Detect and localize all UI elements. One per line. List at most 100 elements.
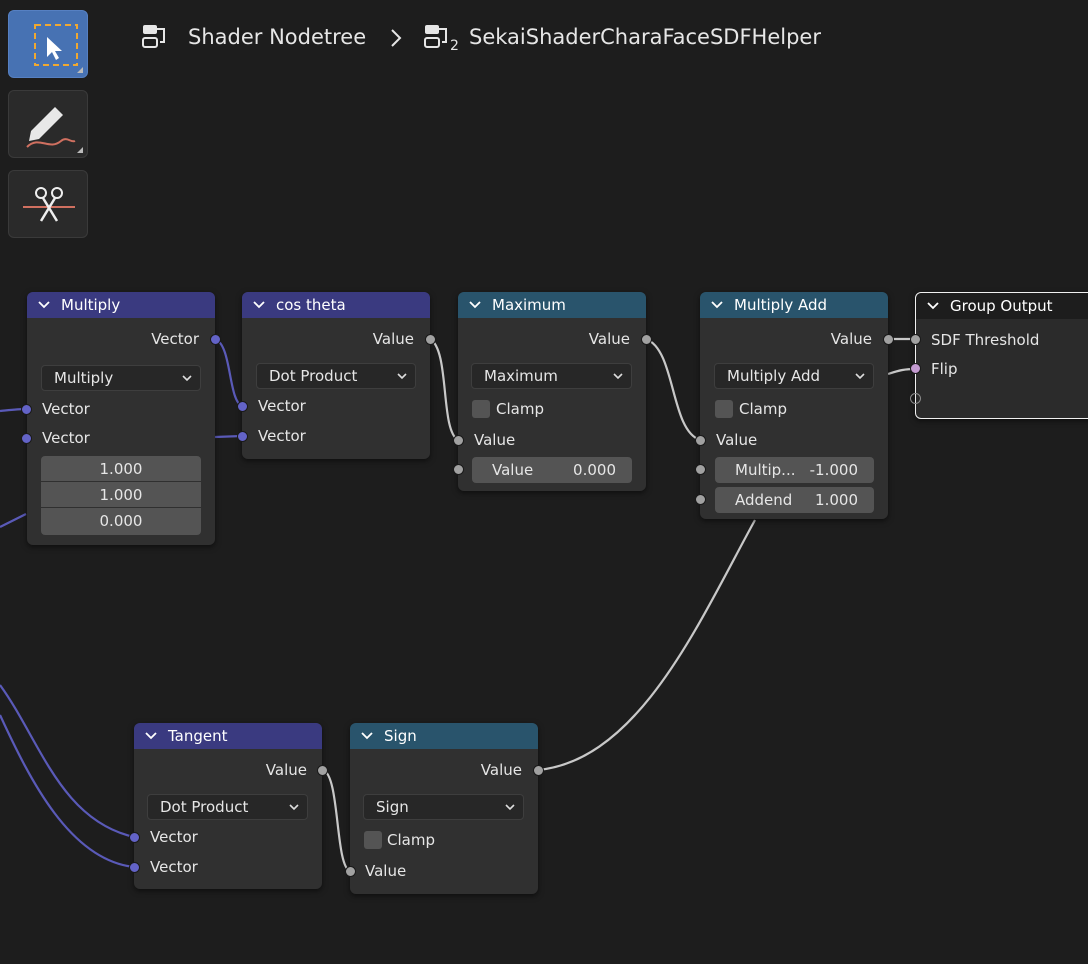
collapse-chevron-icon[interactable] [926,293,940,319]
input-socket[interactable] [237,401,248,412]
collapse-chevron-icon[interactable] [252,292,266,318]
node-header[interactable]: Sign [350,723,538,749]
output-label: Value [830,330,872,348]
breadcrumb-item-nodetree[interactable]: Shader Nodetree [188,25,366,49]
operation-dropdown[interactable]: Dot Product [256,363,416,389]
input-socket[interactable] [345,866,356,877]
output-socket[interactable] [641,334,652,345]
collapse-chevron-icon[interactable] [37,292,51,318]
operation-value: Dot Product [269,367,358,385]
input-socket[interactable] [695,494,706,505]
input-socket[interactable] [695,464,706,475]
operation-dropdown[interactable]: Sign [363,794,524,820]
vector-values[interactable]: 1.000 1.000 0.000 [41,456,201,535]
vector-x-field[interactable]: 1.000 [41,456,201,482]
node-header[interactable]: Multiply [27,292,215,318]
input-label: Flip [931,360,958,378]
select-box-tool[interactable] [8,10,88,78]
output-socket[interactable] [533,765,544,776]
input-label: Vector [258,427,306,445]
chevron-down-icon [505,804,515,811]
links-cut-tool[interactable] [8,170,88,238]
clamp-label: Clamp [496,400,544,418]
input-socket-empty[interactable] [910,393,921,404]
node-title: Group Output [950,297,1053,315]
link-sign-to-multiplyadd [537,519,756,772]
operation-dropdown[interactable]: Multiply [41,365,201,391]
node-tree-icon [142,25,165,48]
output-label: Value [480,761,522,779]
collapse-chevron-icon[interactable] [710,292,724,318]
node-tangent[interactable]: Tangent Value Dot Product Vector Vector [134,723,322,889]
chevron-right-icon [391,29,402,47]
output-label: Value [372,330,414,348]
input-label: SDF Threshold [931,331,1040,349]
node-group-output[interactable]: Group Output SDF Threshold Flip [915,292,1088,419]
input-socket[interactable] [21,404,32,415]
output-label: Vector [151,330,199,348]
node-sign[interactable]: Sign Value Sign Clamp Value [350,723,538,894]
node-title: Sign [384,727,417,745]
node-title: Multiply [61,296,121,314]
clamp-checkbox[interactable] [472,400,490,418]
tool-submenu-indicator [77,147,83,153]
operation-dropdown[interactable]: Maximum [471,363,632,389]
input-label: Vector [258,397,306,415]
input-socket[interactable] [453,464,464,475]
input-socket[interactable] [695,435,706,446]
output-socket[interactable] [210,334,221,345]
input-socket-sdf-threshold[interactable] [910,334,921,345]
output-socket[interactable] [317,765,328,776]
input-socket[interactable] [129,862,140,873]
operation-dropdown[interactable]: Multiply Add [714,363,874,389]
node-title: cos theta [276,296,346,314]
input-socket[interactable] [453,435,464,446]
operation-dropdown[interactable]: Dot Product [147,794,308,820]
vector-z-field[interactable]: 0.000 [41,508,201,534]
field-value: 1.000 [815,491,858,509]
multiplier-field[interactable]: Multip... -1.000 [715,457,874,483]
output-socket[interactable] [883,334,894,345]
node-title: Maximum [492,296,566,314]
chevron-down-icon [397,373,407,380]
input-label: Vector [150,858,198,876]
collapse-chevron-icon[interactable] [144,723,158,749]
output-socket[interactable] [425,334,436,345]
input-socket-flip[interactable] [910,363,921,374]
value-field[interactable]: Value 0.000 [472,457,632,483]
link-incoming-vector-2 [0,513,27,528]
link-tangent-to-sign [322,768,351,873]
addend-field[interactable]: Addend 1.000 [715,487,874,513]
collapse-chevron-icon[interactable] [468,292,482,318]
node-header[interactable]: Multiply Add [700,292,888,318]
link-multiply-to-costheta [214,337,243,408]
node-multiply[interactable]: Multiply Vector Multiply Vector Vector 1… [27,292,215,545]
node-header[interactable]: Group Output [916,293,1088,319]
chevron-down-icon [613,373,623,380]
collapse-chevron-icon[interactable] [360,723,374,749]
node-maximum[interactable]: Maximum Value Maximum Clamp Value Value … [458,292,646,491]
node-title: Tangent [168,727,228,745]
node-header[interactable]: cos theta [242,292,430,318]
node-title: Multiply Add [734,296,828,314]
group-level-label: 2 [450,38,459,54]
clamp-label: Clamp [387,831,435,849]
node-header[interactable]: Maximum [458,292,646,318]
link-costheta-to-maximum [429,338,459,441]
input-socket[interactable] [237,431,248,442]
clamp-checkbox[interactable] [364,831,382,849]
operation-value: Maximum [484,367,558,385]
input-label: Value [365,862,407,880]
field-label: Addend [735,491,793,509]
input-label: Value [716,431,758,449]
breadcrumb-item-group[interactable]: SekaiShaderCharaFaceSDFHelper [469,25,821,49]
input-socket[interactable] [21,433,32,444]
node-multiply-add[interactable]: Multiply Add Value Multiply Add Clamp Va… [700,292,888,519]
node-header[interactable]: Tangent [134,723,322,749]
clamp-checkbox[interactable] [715,400,733,418]
scissors-icon [23,187,75,222]
annotate-tool[interactable] [8,90,88,158]
input-socket[interactable] [129,832,140,843]
node-cos-theta[interactable]: cos theta Value Dot Product Vector Vecto… [242,292,430,459]
vector-y-field[interactable]: 1.000 [41,482,201,508]
